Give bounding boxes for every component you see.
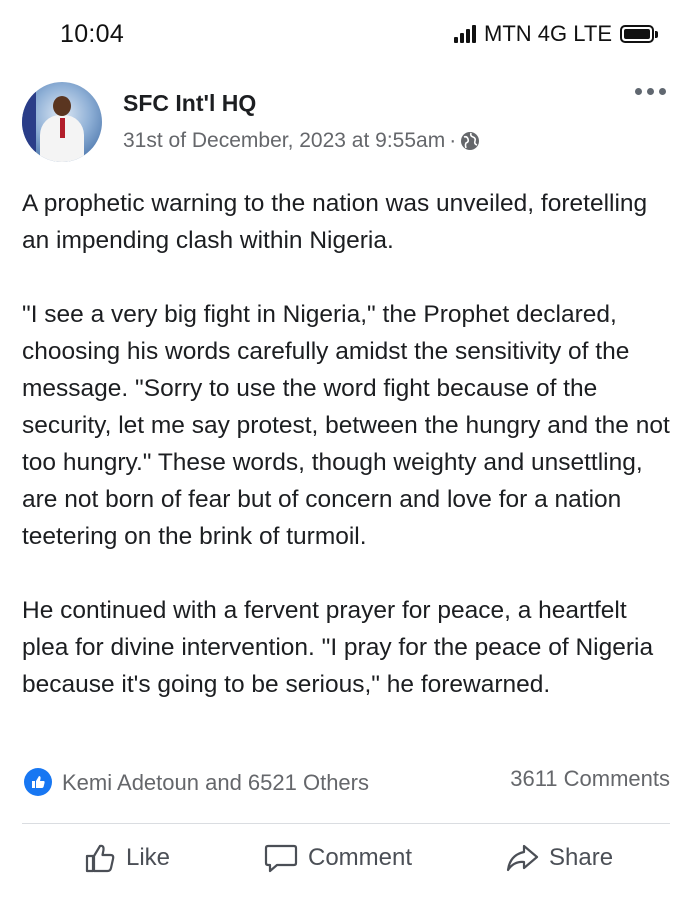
carrier-label: MTN 4G LTE: [484, 21, 612, 46]
comment-icon: [264, 844, 298, 873]
globe-icon: [461, 132, 480, 150]
page-name[interactable]: SFC Int'l HQ: [123, 90, 256, 117]
signal-icon: [454, 25, 477, 43]
reactions-row: Kemi Adetoun and 6521 Others 3611 Commen…: [22, 764, 670, 800]
avatar[interactable]: [22, 82, 102, 162]
meta-separator: ·: [449, 129, 457, 152]
post-paragraph: A prophetic warning to the nation was un…: [22, 190, 648, 254]
status-bar: 10:04 MTN 4G LTE: [0, 0, 692, 66]
more-options-button[interactable]: [635, 88, 666, 95]
share-label: Share: [549, 844, 614, 871]
like-label: Like: [126, 844, 171, 871]
share-button[interactable]: Share: [505, 842, 613, 874]
status-indicators: MTN 4G LTE: [454, 21, 658, 47]
post-paragraph: "I see a very big fight in Nigeria," the…: [22, 301, 670, 550]
battery-icon: [620, 25, 658, 43]
action-bar: Like Comment Share: [22, 836, 670, 888]
reactions-summary[interactable]: Kemi Adetoun and 6521 Others: [62, 770, 369, 796]
divider: [22, 823, 670, 824]
post-meta: 31st of December, 2023 at 9:55am ·: [123, 129, 480, 153]
like-button[interactable]: Like: [84, 842, 170, 874]
post-body: A prophetic warning to the nation was un…: [22, 185, 674, 703]
post-header: SFC Int'l HQ 31st of December, 2023 at 9…: [22, 82, 672, 162]
thumbs-up-icon: [85, 844, 115, 873]
comment-label: Comment: [308, 844, 413, 871]
post-paragraph: He continued with a fervent prayer for p…: [22, 597, 654, 698]
like-reaction-icon: [24, 768, 52, 796]
comments-count[interactable]: 3611 Comments: [510, 766, 670, 792]
post-timestamp[interactable]: 31st of December, 2023 at 9:55am: [123, 129, 445, 153]
comment-button[interactable]: Comment: [264, 842, 412, 874]
status-time: 10:04: [60, 20, 125, 48]
share-icon: [506, 844, 539, 872]
